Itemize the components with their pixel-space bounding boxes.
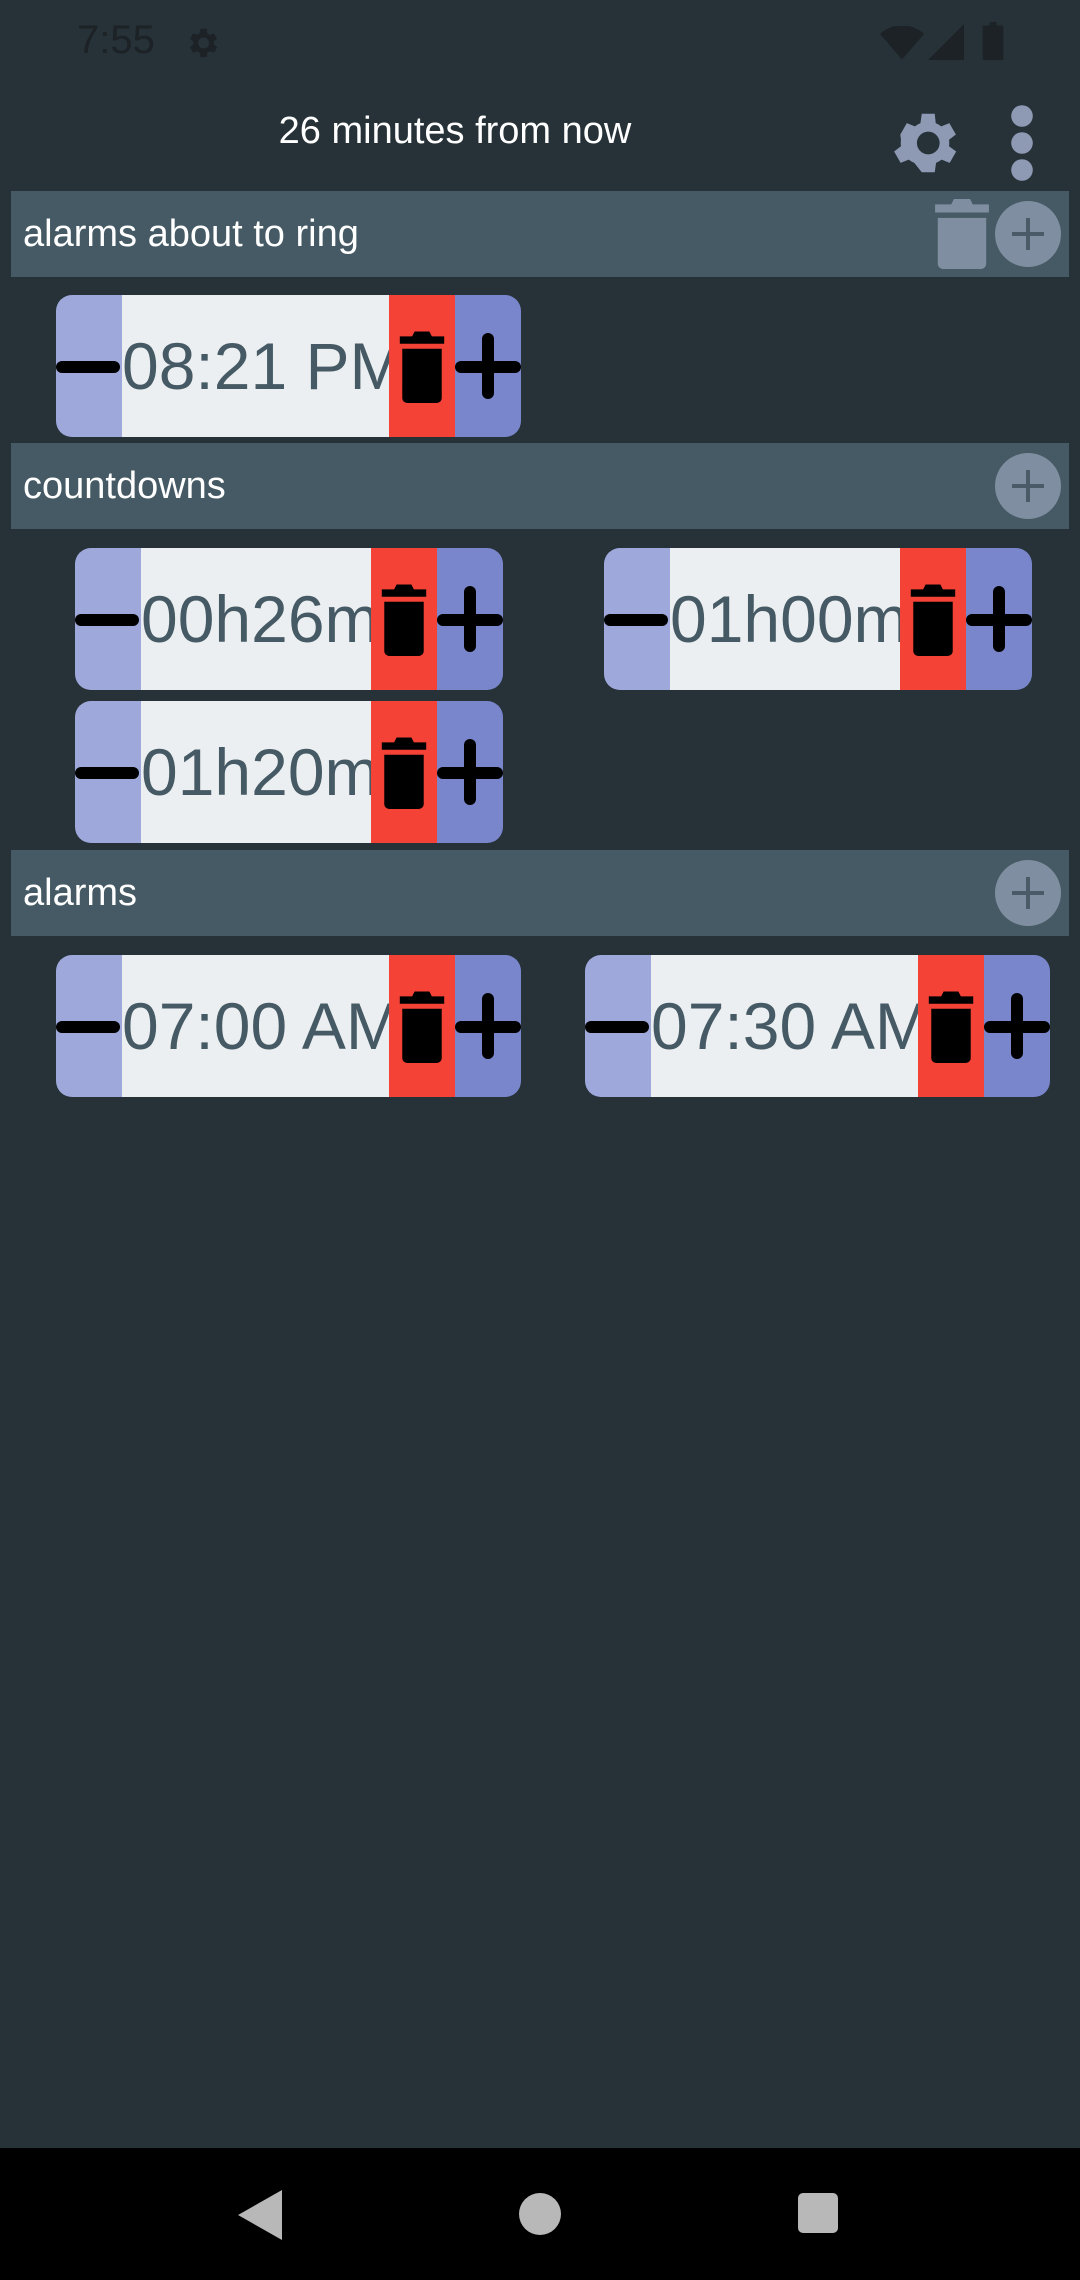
section-header-countdowns: countdowns — [11, 443, 1069, 529]
alarm-widget: 08:21 PM — [56, 295, 521, 437]
delete-button[interactable] — [371, 701, 437, 843]
minus-button[interactable] — [56, 955, 122, 1097]
alarm-time[interactable]: 07:00 AM — [122, 955, 389, 1097]
status-time: 7:55 — [77, 18, 155, 62]
plus-button[interactable] — [455, 955, 521, 1097]
status-bar: 7:55 — [0, 0, 1080, 88]
plus-button[interactable] — [437, 701, 503, 843]
trash-icon — [910, 584, 956, 656]
section-header-ringing: alarms about to ring — [11, 191, 1069, 277]
countdown-value[interactable]: 01h20m — [141, 701, 371, 843]
signal-icon — [928, 24, 964, 60]
add-alarm-button[interactable] — [995, 860, 1061, 926]
section-header-alarms: alarms — [11, 850, 1069, 936]
section-title: countdowns — [23, 465, 226, 507]
screen: 7:55 26 minutes from now alarms about to… — [0, 0, 1080, 2280]
minus-button[interactable] — [56, 295, 122, 437]
countdown-widget: 01h20m — [75, 701, 503, 843]
delete-button[interactable] — [918, 955, 984, 1097]
alarm-time[interactable]: 07:30 AM — [651, 955, 918, 1097]
delete-all-icon[interactable] — [935, 199, 989, 269]
add-ringing-button[interactable] — [995, 201, 1061, 267]
delete-button[interactable] — [389, 955, 455, 1097]
delete-button[interactable] — [389, 295, 455, 437]
minus-button[interactable] — [75, 701, 141, 843]
wifi-icon — [880, 26, 924, 60]
plus-button[interactable] — [455, 295, 521, 437]
home-icon[interactable] — [519, 2193, 561, 2235]
countdown-widget: 00h26m — [75, 548, 503, 690]
navigation-bar — [0, 2148, 1080, 2280]
plus-button[interactable] — [984, 955, 1050, 1097]
countdown-value[interactable]: 01h00m — [670, 548, 900, 690]
trash-icon — [399, 331, 445, 403]
trash-icon — [928, 991, 974, 1063]
recents-icon[interactable] — [798, 2193, 838, 2233]
settings-icon[interactable] — [886, 104, 964, 182]
more-vert-icon[interactable] — [1004, 104, 1040, 182]
minus-button[interactable] — [75, 548, 141, 690]
trash-icon — [399, 991, 445, 1063]
delete-button[interactable] — [371, 548, 437, 690]
plus-button[interactable] — [966, 548, 1032, 690]
alarm-widget: 07:00 AM — [56, 955, 521, 1097]
minus-button[interactable] — [604, 548, 670, 690]
countdown-value[interactable]: 00h26m — [141, 548, 371, 690]
back-icon[interactable] — [238, 2190, 282, 2240]
trash-icon — [381, 584, 427, 656]
minus-button[interactable] — [585, 955, 651, 1097]
add-countdown-button[interactable] — [995, 453, 1061, 519]
battery-icon — [982, 22, 1004, 60]
section-title: alarms — [23, 872, 138, 914]
alarm-time[interactable]: 08:21 PM — [122, 295, 389, 437]
trash-icon — [381, 737, 427, 809]
delete-button[interactable] — [900, 548, 966, 690]
section-title: alarms about to ring — [23, 213, 359, 255]
gear-icon — [189, 28, 218, 58]
plus-button[interactable] — [437, 548, 503, 690]
countdown-widget: 01h00m — [604, 548, 1032, 690]
alarm-widget: 07:30 AM — [585, 955, 1050, 1097]
page-title: 26 minutes from now — [278, 110, 632, 152]
